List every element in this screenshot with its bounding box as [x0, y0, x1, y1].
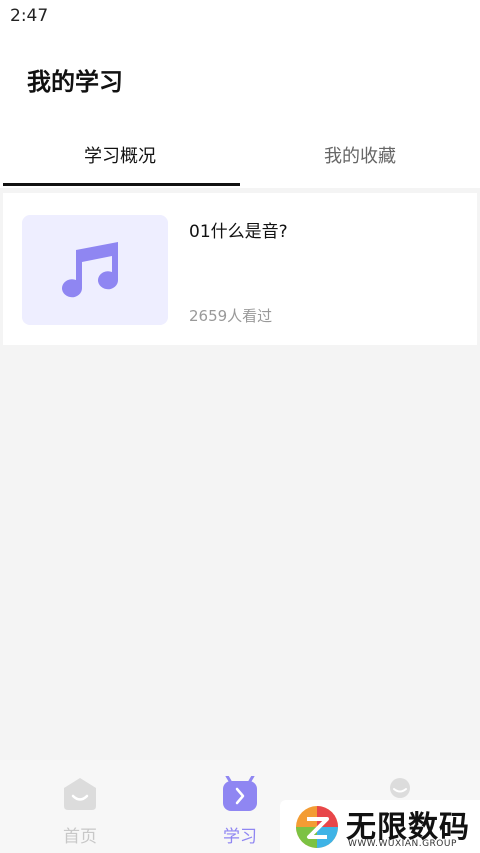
page-title: 我的学习 [27, 68, 123, 96]
header: 我的学习 [0, 32, 480, 122]
course-title: 01什么是音? [189, 222, 288, 242]
tab-study-overview[interactable]: 学习概况 [0, 122, 240, 188]
status-bar: 2:47 [0, 0, 480, 32]
tab-label: 我的收藏 [324, 146, 396, 167]
music-note-icon [62, 242, 119, 298]
active-tab-indicator [3, 183, 240, 186]
home-icon [64, 778, 96, 810]
course-card[interactable]: 01什么是音? 2659人看过 [3, 193, 477, 345]
study-icon [223, 776, 257, 811]
course-thumbnail [22, 215, 168, 325]
status-time: 2:47 [10, 6, 49, 26]
course-view-count: 2659人看过 [189, 307, 273, 325]
nav-label: 首页 [63, 827, 97, 847]
tab-bar: 学习概况 我的收藏 [0, 122, 480, 188]
watermark: 无限数码 WWW.WUXIAN.GROUP [280, 800, 480, 853]
tab-label: 学习概况 [84, 146, 156, 167]
nav-home[interactable]: 首页 [0, 760, 160, 853]
tab-my-favorites[interactable]: 我的收藏 [240, 122, 480, 188]
watermark-logo-icon [296, 806, 338, 848]
watermark-subtext: WWW.WUXIAN.GROUP [348, 839, 457, 849]
